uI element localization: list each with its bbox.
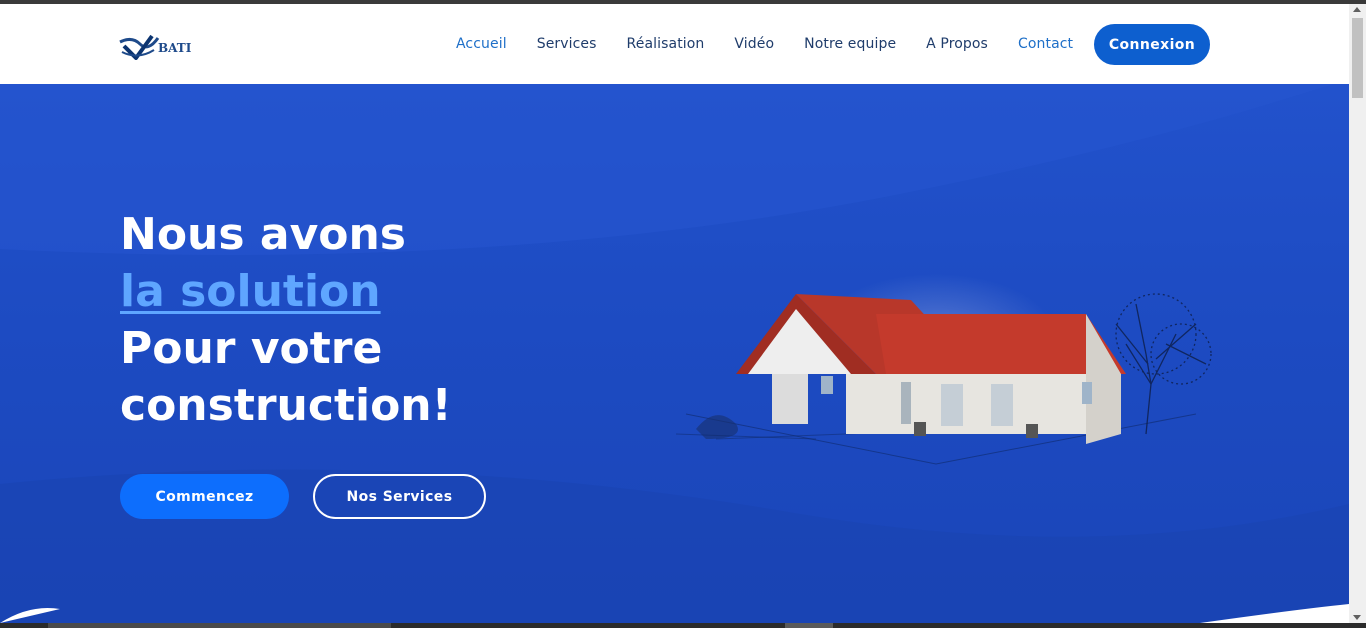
commencez-button[interactable]: Commencez (120, 474, 289, 519)
nav-item-contact[interactable]: Contact (1018, 36, 1073, 52)
headline-line-1: Nous avons (120, 209, 406, 260)
nav-item-notre-equipe[interactable]: Notre equipe (804, 36, 896, 52)
hero-section: Nous avons la solution Pour votre constr… (0, 84, 1349, 623)
headline-line-3: Pour votre (120, 323, 383, 374)
nav-item-realisation[interactable]: Réalisation (627, 36, 705, 52)
site-header: BATI Accueil Services Réalisation Vidéo … (0, 4, 1349, 84)
nav-item-video[interactable]: Vidéo (734, 36, 774, 52)
nav-item-a-propos[interactable]: A Propos (926, 36, 988, 52)
nav-item-services[interactable]: Services (537, 36, 597, 52)
taskbar-segment (48, 623, 391, 628)
nos-services-button[interactable]: Nos Services (313, 474, 486, 519)
logo-text: BATI (158, 41, 192, 55)
site-logo[interactable]: BATI (118, 30, 210, 60)
scroll-down-arrow-icon[interactable] (1353, 615, 1361, 620)
house-illustration (676, 274, 1212, 465)
headline-accent-link[interactable]: la solution (120, 263, 680, 320)
page: BATI Accueil Services Réalisation Vidéo … (0, 4, 1349, 623)
vertical-scrollbar[interactable] (1349, 4, 1366, 623)
scroll-up-arrow-icon[interactable] (1353, 7, 1361, 12)
taskbar-segment (785, 623, 833, 628)
headline-line-4: construction! (120, 380, 452, 431)
taskbar-strip (0, 623, 1366, 628)
nav-item-accueil[interactable]: Accueil (456, 36, 507, 52)
scrollbar-thumb[interactable] (1352, 18, 1363, 98)
connexion-button[interactable]: Connexion (1094, 24, 1210, 65)
hero-headline: Nous avons la solution Pour votre constr… (120, 206, 680, 434)
main-nav: Accueil Services Réalisation Vidéo Notre… (456, 4, 1088, 84)
